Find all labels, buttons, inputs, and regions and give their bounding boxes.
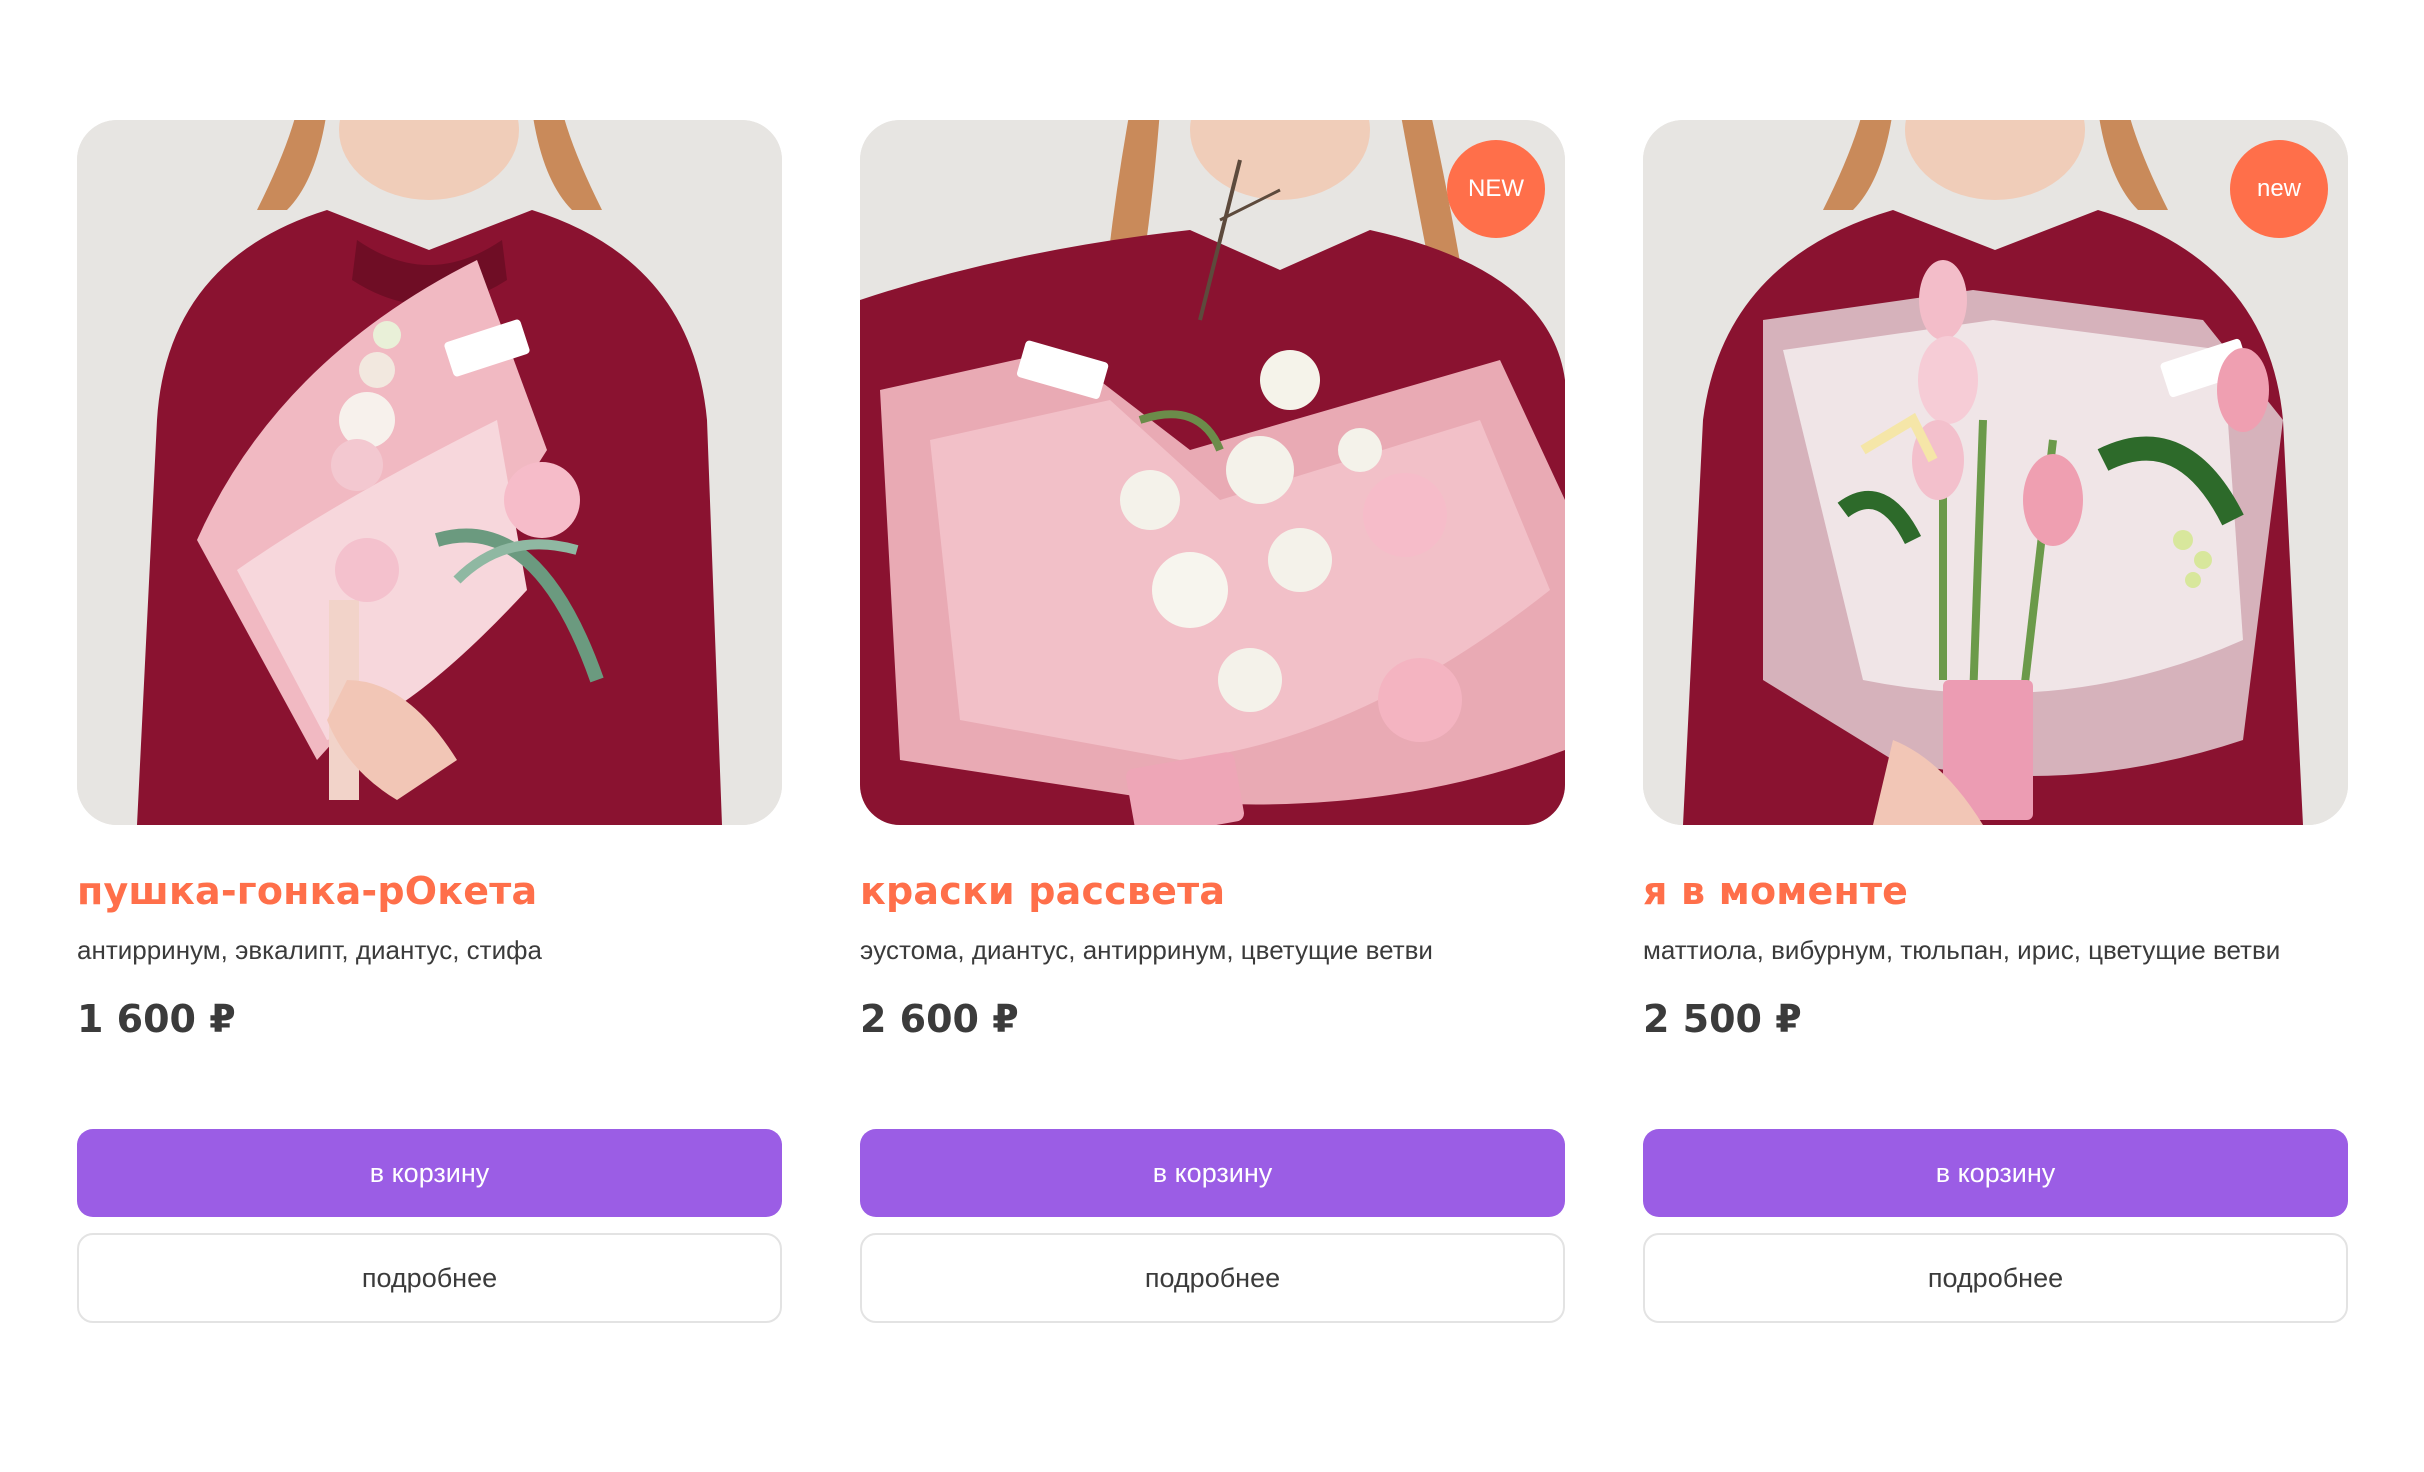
bouquet-photo-illustration	[77, 120, 782, 825]
product-card: NEW краски рассвета эустома, диантус, ан…	[860, 120, 1565, 1323]
add-to-cart-button[interactable]: в корзину	[77, 1129, 782, 1217]
add-to-cart-button[interactable]: в корзину	[1643, 1129, 2348, 1217]
product-description: маттиола, вибурнум, тюльпан, ирис, цвету…	[1643, 935, 2281, 965]
bouquet-photo-illustration	[1643, 120, 2348, 825]
bouquet-photo-illustration	[860, 120, 1565, 825]
product-title[interactable]: я в моменте	[1643, 867, 2348, 915]
product-photo[interactable]	[77, 120, 782, 825]
new-badge: new	[2230, 140, 2328, 238]
product-title[interactable]: краски рассвета	[860, 867, 1565, 915]
product-price: 2 500 ₽	[1643, 997, 1802, 1041]
details-button[interactable]: подробнее	[77, 1233, 782, 1323]
product-grid: пушка-гонка-рОкета антирринум, эвкалипт,…	[77, 120, 2348, 1323]
product-description: антирринум, эвкалипт, диантус, стифа	[77, 935, 542, 965]
product-photo[interactable]: NEW	[860, 120, 1565, 825]
details-button[interactable]: подробнее	[1643, 1233, 2348, 1323]
product-card: new я в моменте маттиола, вибурнум, тюль…	[1643, 120, 2348, 1323]
product-card: пушка-гонка-рОкета антирринум, эвкалипт,…	[77, 120, 782, 1323]
product-description: эустома, диантус, антирринум, цветущие в…	[860, 935, 1433, 965]
details-button[interactable]: подробнее	[860, 1233, 1565, 1323]
product-title[interactable]: пушка-гонка-рОкета	[77, 867, 782, 915]
new-badge: NEW	[1447, 140, 1545, 238]
add-to-cart-button[interactable]: в корзину	[860, 1129, 1565, 1217]
product-price: 2 600 ₽	[860, 997, 1019, 1041]
product-price: 1 600 ₽	[77, 997, 236, 1041]
product-photo[interactable]: new	[1643, 120, 2348, 825]
